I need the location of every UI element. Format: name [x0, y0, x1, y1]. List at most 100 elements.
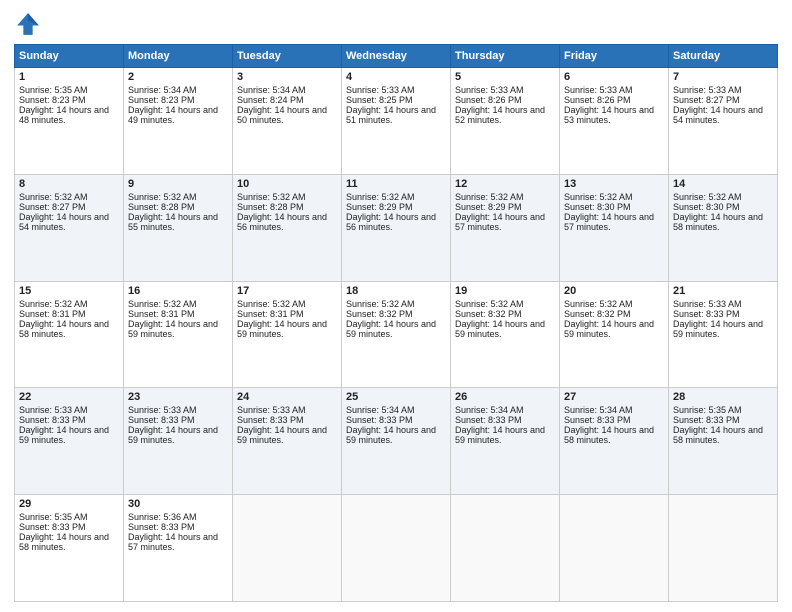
day-number: 14 [673, 178, 773, 190]
sunset-text: Sunset: 8:32 PM [346, 309, 413, 319]
calendar-cell [233, 495, 342, 602]
daylight-text: Daylight: 14 hours and 57 minutes. [564, 212, 654, 232]
day-number: 29 [19, 498, 119, 510]
sunset-text: Sunset: 8:29 PM [455, 202, 522, 212]
calendar-cell: 2 Sunrise: 5:34 AM Sunset: 8:23 PM Dayli… [124, 68, 233, 175]
daylight-text: Daylight: 14 hours and 59 minutes. [346, 319, 436, 339]
day-number: 19 [455, 285, 555, 297]
day-number: 12 [455, 178, 555, 190]
sunrise-text: Sunrise: 5:33 AM [346, 85, 415, 95]
header [14, 10, 778, 38]
calendar-cell: 15 Sunrise: 5:32 AM Sunset: 8:31 PM Dayl… [15, 281, 124, 388]
sunrise-text: Sunrise: 5:35 AM [673, 405, 742, 415]
sunset-text: Sunset: 8:30 PM [673, 202, 740, 212]
sunset-text: Sunset: 8:25 PM [346, 95, 413, 105]
sunset-text: Sunset: 8:27 PM [19, 202, 86, 212]
daylight-text: Daylight: 14 hours and 59 minutes. [128, 425, 218, 445]
calendar-cell: 22 Sunrise: 5:33 AM Sunset: 8:33 PM Dayl… [15, 388, 124, 495]
day-number: 1 [19, 71, 119, 83]
calendar-week-row: 8 Sunrise: 5:32 AM Sunset: 8:27 PM Dayli… [15, 174, 778, 281]
sunrise-text: Sunrise: 5:33 AM [237, 405, 306, 415]
calendar-cell [669, 495, 778, 602]
calendar-cell: 25 Sunrise: 5:34 AM Sunset: 8:33 PM Dayl… [342, 388, 451, 495]
sunrise-text: Sunrise: 5:33 AM [564, 85, 633, 95]
daylight-text: Daylight: 14 hours and 59 minutes. [346, 425, 436, 445]
day-number: 28 [673, 391, 773, 403]
sunrise-text: Sunrise: 5:32 AM [346, 299, 415, 309]
calendar-table: SundayMondayTuesdayWednesdayThursdayFrid… [14, 44, 778, 602]
sunset-text: Sunset: 8:33 PM [19, 522, 86, 532]
calendar-header-cell: Friday [560, 45, 669, 68]
day-number: 13 [564, 178, 664, 190]
calendar-cell: 30 Sunrise: 5:36 AM Sunset: 8:33 PM Dayl… [124, 495, 233, 602]
day-number: 2 [128, 71, 228, 83]
daylight-text: Daylight: 14 hours and 58 minutes. [673, 212, 763, 232]
calendar-header-cell: Sunday [15, 45, 124, 68]
calendar-cell: 8 Sunrise: 5:32 AM Sunset: 8:27 PM Dayli… [15, 174, 124, 281]
sunset-text: Sunset: 8:33 PM [673, 415, 740, 425]
calendar-cell: 16 Sunrise: 5:32 AM Sunset: 8:31 PM Dayl… [124, 281, 233, 388]
daylight-text: Daylight: 14 hours and 58 minutes. [19, 319, 109, 339]
daylight-text: Daylight: 14 hours and 54 minutes. [19, 212, 109, 232]
sunrise-text: Sunrise: 5:32 AM [128, 299, 197, 309]
sunset-text: Sunset: 8:23 PM [128, 95, 195, 105]
day-number: 27 [564, 391, 664, 403]
sunrise-text: Sunrise: 5:33 AM [19, 405, 88, 415]
daylight-text: Daylight: 14 hours and 59 minutes. [237, 425, 327, 445]
daylight-text: Daylight: 14 hours and 59 minutes. [564, 319, 654, 339]
calendar-cell: 3 Sunrise: 5:34 AM Sunset: 8:24 PM Dayli… [233, 68, 342, 175]
day-number: 6 [564, 71, 664, 83]
calendar-cell: 14 Sunrise: 5:32 AM Sunset: 8:30 PM Dayl… [669, 174, 778, 281]
sunset-text: Sunset: 8:33 PM [673, 309, 740, 319]
calendar-cell: 1 Sunrise: 5:35 AM Sunset: 8:23 PM Dayli… [15, 68, 124, 175]
sunrise-text: Sunrise: 5:32 AM [455, 299, 524, 309]
daylight-text: Daylight: 14 hours and 57 minutes. [128, 532, 218, 552]
calendar-cell [451, 495, 560, 602]
calendar-cell: 29 Sunrise: 5:35 AM Sunset: 8:33 PM Dayl… [15, 495, 124, 602]
day-number: 16 [128, 285, 228, 297]
sunrise-text: Sunrise: 5:32 AM [564, 299, 633, 309]
calendar-header-cell: Wednesday [342, 45, 451, 68]
calendar-cell: 7 Sunrise: 5:33 AM Sunset: 8:27 PM Dayli… [669, 68, 778, 175]
daylight-text: Daylight: 14 hours and 53 minutes. [564, 105, 654, 125]
day-number: 21 [673, 285, 773, 297]
day-number: 15 [19, 285, 119, 297]
sunrise-text: Sunrise: 5:34 AM [237, 85, 306, 95]
sunrise-text: Sunrise: 5:32 AM [455, 192, 524, 202]
daylight-text: Daylight: 14 hours and 49 minutes. [128, 105, 218, 125]
sunrise-text: Sunrise: 5:33 AM [673, 85, 742, 95]
calendar-week-row: 29 Sunrise: 5:35 AM Sunset: 8:33 PM Dayl… [15, 495, 778, 602]
sunset-text: Sunset: 8:33 PM [564, 415, 631, 425]
sunrise-text: Sunrise: 5:32 AM [346, 192, 415, 202]
daylight-text: Daylight: 14 hours and 59 minutes. [19, 425, 109, 445]
calendar-cell: 12 Sunrise: 5:32 AM Sunset: 8:29 PM Dayl… [451, 174, 560, 281]
sunrise-text: Sunrise: 5:34 AM [128, 85, 197, 95]
sunrise-text: Sunrise: 5:32 AM [237, 192, 306, 202]
calendar-header-cell: Monday [124, 45, 233, 68]
calendar-cell: 23 Sunrise: 5:33 AM Sunset: 8:33 PM Dayl… [124, 388, 233, 495]
sunset-text: Sunset: 8:33 PM [237, 415, 304, 425]
calendar-cell: 17 Sunrise: 5:32 AM Sunset: 8:31 PM Dayl… [233, 281, 342, 388]
calendar-cell: 27 Sunrise: 5:34 AM Sunset: 8:33 PM Dayl… [560, 388, 669, 495]
sunrise-text: Sunrise: 5:36 AM [128, 512, 197, 522]
sunrise-text: Sunrise: 5:35 AM [19, 512, 88, 522]
sunrise-text: Sunrise: 5:33 AM [128, 405, 197, 415]
calendar-cell: 18 Sunrise: 5:32 AM Sunset: 8:32 PM Dayl… [342, 281, 451, 388]
sunset-text: Sunset: 8:33 PM [455, 415, 522, 425]
sunset-text: Sunset: 8:32 PM [455, 309, 522, 319]
day-number: 26 [455, 391, 555, 403]
sunset-text: Sunset: 8:33 PM [128, 415, 195, 425]
daylight-text: Daylight: 14 hours and 54 minutes. [673, 105, 763, 125]
calendar-cell: 11 Sunrise: 5:32 AM Sunset: 8:29 PM Dayl… [342, 174, 451, 281]
logo-icon [14, 10, 42, 38]
sunrise-text: Sunrise: 5:32 AM [19, 192, 88, 202]
daylight-text: Daylight: 14 hours and 58 minutes. [673, 425, 763, 445]
day-number: 11 [346, 178, 446, 190]
logo [14, 10, 46, 38]
daylight-text: Daylight: 14 hours and 56 minutes. [346, 212, 436, 232]
calendar-week-row: 22 Sunrise: 5:33 AM Sunset: 8:33 PM Dayl… [15, 388, 778, 495]
sunrise-text: Sunrise: 5:33 AM [673, 299, 742, 309]
calendar-week-row: 1 Sunrise: 5:35 AM Sunset: 8:23 PM Dayli… [15, 68, 778, 175]
calendar-header-cell: Thursday [451, 45, 560, 68]
sunset-text: Sunset: 8:27 PM [673, 95, 740, 105]
